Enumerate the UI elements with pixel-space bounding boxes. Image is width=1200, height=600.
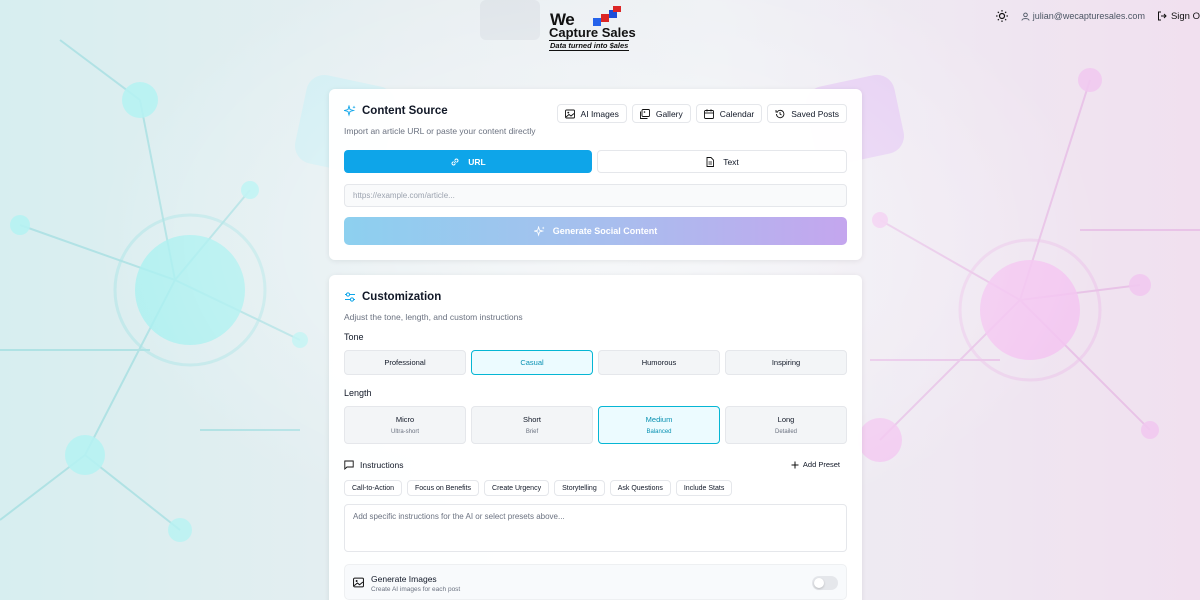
- instructions-label: Instructions: [360, 460, 404, 470]
- preset-focus-on-benefits[interactable]: Focus on Benefits: [407, 480, 480, 496]
- tone-option-label: Casual: [520, 358, 544, 367]
- add-preset-button[interactable]: Add Preset: [791, 460, 840, 469]
- length-option-desc: Ultra-short: [390, 429, 419, 435]
- length-label: Length: [344, 388, 372, 398]
- preset-create-urgency[interactable]: Create Urgency: [484, 480, 550, 496]
- customization-card: Customization Adjust the tone, length, a…: [329, 275, 862, 600]
- length-option-desc: Balanced: [646, 429, 672, 435]
- saved-posts-button[interactable]: Saved Posts: [767, 104, 847, 123]
- calendar-button[interactable]: Calendar: [695, 104, 763, 123]
- tone-label: Tone: [344, 332, 364, 342]
- input-mode-switch: URL Text: [344, 150, 847, 173]
- add-preset-label: Add Preset: [802, 460, 840, 469]
- generate-images-title: Generate Images: [371, 574, 437, 584]
- file-text-icon: [706, 156, 715, 167]
- tone-options: Professional Casual Humorous Inspiring: [344, 350, 847, 375]
- instructions-heading: Instructions: [344, 460, 403, 470]
- generate-label: Generate Social Content: [552, 226, 658, 236]
- length-short[interactable]: Short Brief: [471, 406, 593, 444]
- plus-icon: [791, 461, 799, 468]
- sign-out-label: Sign O: [1170, 10, 1200, 22]
- length-option-name: Short: [523, 415, 541, 424]
- content-source-subtitle: Import an article URL or paste your cont…: [344, 126, 536, 136]
- link-icon: [451, 157, 459, 166]
- tone-humorous[interactable]: Humorous: [598, 350, 720, 375]
- length-micro[interactable]: Micro Ultra-short: [344, 406, 466, 444]
- sparkles-icon: [344, 105, 356, 117]
- mode-url-tab[interactable]: URL: [344, 150, 592, 173]
- sign-out-button[interactable]: Sign O: [1157, 11, 1200, 22]
- length-medium[interactable]: Medium Balanced: [598, 406, 720, 444]
- user-icon: [1021, 12, 1030, 21]
- saved-posts-label: Saved Posts: [791, 108, 839, 119]
- generate-images-row: Generate Images Create AI images for eac…: [344, 564, 847, 600]
- length-option-name: Micro: [395, 415, 415, 424]
- sign-out-icon: [1157, 11, 1167, 21]
- instruction-presets: Call-to-Action Focus on Benefits Create …: [344, 480, 733, 496]
- sliders-icon: [345, 292, 355, 302]
- user-account[interactable]: julian@wecapturesales.com: [1021, 11, 1145, 21]
- customization-subtitle: Adjust the tone, length, and custom inst…: [344, 312, 523, 322]
- ai-images-button[interactable]: AI Images: [556, 104, 627, 123]
- ai-images-label: AI Images: [580, 108, 619, 119]
- gallery-button[interactable]: Gallery: [631, 104, 691, 123]
- message-square-icon: [344, 460, 354, 470]
- generate-social-content-button[interactable]: Generate Social Content: [344, 217, 847, 245]
- generate-images-subtitle: Create AI images for each post: [371, 586, 461, 593]
- content-toolbar: AI Images Gallery Calendar Saved Posts: [556, 104, 847, 123]
- tone-option-label: Professional: [384, 358, 426, 367]
- brand-logo[interactable]: We Capture Sales Data turned into $ales: [549, 6, 644, 52]
- image-icon: [353, 577, 364, 588]
- length-long[interactable]: Long Detailed: [725, 406, 847, 444]
- calendar-label: Calendar: [719, 108, 755, 119]
- mode-url-label: URL: [468, 156, 486, 167]
- gallery-label: Gallery: [655, 108, 683, 119]
- mode-text-tab[interactable]: Text: [597, 150, 847, 173]
- length-option-name: Long: [777, 415, 795, 424]
- preset-include-stats[interactable]: Include Stats: [675, 480, 733, 496]
- logo-capture-sales: Capture Sales: [549, 25, 636, 40]
- history-icon: [775, 109, 785, 118]
- generate-images-toggle[interactable]: [812, 576, 838, 590]
- instructions-textarea[interactable]: [344, 504, 847, 552]
- gallery-icon: [639, 108, 650, 119]
- content-source-title: Content Source: [362, 105, 448, 117]
- preset-ask-questions[interactable]: Ask Questions: [609, 480, 671, 496]
- preset-call-to-action[interactable]: Call-to-Action: [344, 480, 403, 496]
- tone-option-label: Humorous: [641, 358, 677, 367]
- content-source-heading: Content Source: [344, 105, 448, 117]
- preset-storytelling[interactable]: Storytelling: [554, 480, 605, 496]
- length-option-desc: Detailed: [774, 429, 797, 435]
- tone-inspiring[interactable]: Inspiring: [725, 350, 847, 375]
- image-icon: [564, 109, 575, 118]
- mode-text-label: Text: [723, 156, 739, 167]
- calendar-icon: [703, 108, 714, 119]
- length-option-name: Medium: [645, 415, 673, 424]
- tone-professional[interactable]: Professional: [344, 350, 466, 375]
- content-source-card: Content Source Import an article URL or …: [329, 89, 862, 260]
- tone-casual[interactable]: Casual: [471, 350, 593, 375]
- top-right-nav: julian@wecapturesales.com Sign O: [995, 9, 1200, 23]
- sparkles-icon: [533, 225, 545, 237]
- theme-toggle-sun-icon[interactable]: [995, 9, 1009, 23]
- length-options: Micro Ultra-short Short Brief Medium Bal…: [344, 406, 847, 444]
- length-option-desc: Brief: [525, 429, 539, 435]
- logo-tagline: Data turned into $ales: [549, 40, 630, 51]
- user-email: julian@wecapturesales.com: [1032, 11, 1145, 21]
- tone-option-label: Inspiring: [771, 358, 801, 367]
- customization-heading: Customization: [344, 291, 441, 303]
- customization-title: Customization: [362, 291, 442, 303]
- article-url-input[interactable]: [344, 184, 847, 207]
